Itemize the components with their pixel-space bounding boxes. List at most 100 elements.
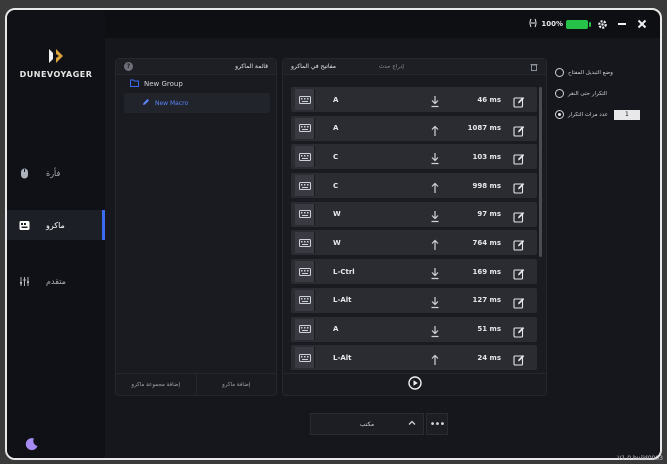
- insert-event-button[interactable]: إدراج حدث: [379, 64, 404, 70]
- radio-repeat-count[interactable]: [555, 110, 564, 119]
- add-macro-group-button[interactable]: إضافة مجموعة ماكرو: [116, 374, 196, 395]
- event-delay[interactable]: 97 ms: [477, 210, 501, 218]
- keyboard-key-icon: [295, 175, 315, 197]
- add-macro-button[interactable]: إضافة ماكرو: [195, 374, 277, 395]
- insert-event-label: إدراج حدث: [379, 63, 404, 70]
- event-key: W: [333, 210, 341, 219]
- edit-icon[interactable]: [513, 179, 525, 194]
- settings-gear-icon[interactable]: [596, 18, 608, 30]
- sliders-icon: [19, 276, 30, 287]
- macro-event-row[interactable]: A 46 ms: [291, 87, 537, 112]
- option-label-toggle: وضع التبديل المفتاح: [568, 69, 613, 76]
- macro-name: New Macro: [155, 99, 189, 107]
- brand-logo: DUNEVOYAGER: [13, 46, 99, 79]
- trash-icon[interactable]: [530, 63, 538, 71]
- key-down-arrow-icon: [429, 265, 441, 280]
- macro-event-row[interactable]: W 764 ms: [291, 230, 537, 256]
- help-icon[interactable]: ?: [124, 62, 133, 71]
- macro-event-row[interactable]: C 103 ms: [291, 144, 537, 170]
- option-label-repeat-click: التكرار حتى النقر: [568, 90, 607, 97]
- sidebar: DUNEVOYAGER فأرة ماكرو متقدم: [7, 10, 105, 458]
- macro-event-row[interactable]: A 51 ms: [291, 316, 537, 342]
- edit-icon[interactable]: [513, 265, 525, 280]
- edit-icon[interactable]: [513, 93, 525, 108]
- scrollbar[interactable]: [539, 87, 542, 257]
- edit-icon[interactable]: [513, 122, 525, 137]
- repeat-count-input[interactable]: 1: [613, 109, 640, 120]
- device-link-icon: [528, 18, 538, 30]
- macro-event-row[interactable]: W 97 ms: [291, 201, 537, 227]
- nav-item-mouse[interactable]: فأرة: [7, 158, 105, 188]
- keyboard-key-icon: [295, 318, 315, 340]
- event-delay[interactable]: 51 ms: [477, 325, 501, 333]
- event-delay[interactable]: 1087 ms: [468, 124, 501, 132]
- battery-percent: 100%: [541, 20, 563, 28]
- key-up-arrow-icon: [429, 122, 441, 136]
- macro-event-row[interactable]: L-Ctrl 169 ms: [291, 259, 537, 285]
- macro-options: وضع التبديل المفتاح التكرار حتى النقر عد…: [555, 62, 655, 125]
- play-record-icon[interactable]: [407, 375, 422, 394]
- macro-edit-icon: [142, 98, 150, 108]
- option-repeat-count[interactable]: عدد مرات التكرار 1: [555, 104, 655, 125]
- battery-indicator: 100%: [528, 18, 591, 30]
- macro-group-name: New Group: [144, 80, 183, 88]
- key-up-arrow-icon: [429, 179, 441, 194]
- keyboard-key-icon: [295, 117, 315, 139]
- radio-repeat-until-click[interactable]: [555, 89, 564, 98]
- event-delay[interactable]: 764 ms: [472, 239, 501, 247]
- folder-icon: [130, 79, 139, 89]
- keyboard-key-icon: [295, 89, 315, 110]
- keyboard-key-icon: [295, 232, 315, 254]
- event-key: L-Alt: [333, 353, 352, 362]
- option-toggle-key-mode[interactable]: وضع التبديل المفتاح: [555, 62, 655, 83]
- key-up-arrow-icon: [429, 351, 441, 366]
- macro-list-title: قائمة الماكرو: [235, 63, 268, 70]
- macro-event-row[interactable]: C 998 ms: [291, 173, 537, 199]
- more-options-button[interactable]: •••: [426, 413, 448, 435]
- key-down-arrow-icon: [429, 323, 441, 337]
- macro-event-row[interactable]: L-Alt 24 ms: [291, 345, 537, 371]
- edit-icon[interactable]: [513, 236, 525, 251]
- title-bar: 100%: [105, 10, 660, 38]
- theme-toggle-moon-icon[interactable]: [25, 436, 39, 451]
- event-delay[interactable]: 103 ms: [472, 153, 501, 161]
- nav-item-macro[interactable]: ماكرو: [7, 210, 105, 240]
- edit-icon[interactable]: [513, 150, 525, 165]
- event-delay[interactable]: 46 ms: [477, 96, 501, 104]
- event-delay[interactable]: 127 ms: [472, 296, 501, 304]
- macro-item[interactable]: New Macro: [124, 93, 270, 113]
- macro-event-row[interactable]: L-Alt 127 ms: [291, 287, 537, 313]
- macro-list-panel: ? قائمة الماكرو New Group New Macro إضاف…: [115, 58, 277, 396]
- version-label: V1.0 build0003: [617, 455, 663, 462]
- nav-label-macro: ماكرو: [46, 220, 65, 230]
- keyboard-key-icon: [295, 146, 315, 168]
- mouse-icon: [19, 168, 30, 179]
- option-label-repeat-count: عدد مرات التكرار: [568, 111, 608, 118]
- brand-mark-icon: [46, 46, 66, 66]
- edit-icon[interactable]: [513, 351, 525, 366]
- option-repeat-until-click[interactable]: التكرار حتى النقر: [555, 83, 655, 104]
- event-delay[interactable]: 24 ms: [477, 354, 501, 362]
- macro-group-item[interactable]: New Group: [116, 75, 276, 93]
- event-delay[interactable]: 169 ms: [472, 268, 501, 276]
- profile-select[interactable]: مكتب: [310, 413, 424, 435]
- radio-toggle-key-mode[interactable]: [555, 68, 564, 77]
- edit-icon[interactable]: [513, 208, 525, 223]
- nav-item-advanced[interactable]: متقدم: [7, 266, 105, 296]
- battery-icon: [566, 19, 591, 29]
- close-icon[interactable]: [636, 18, 648, 30]
- key-down-arrow-icon: [429, 208, 441, 222]
- macro-list-header: ? قائمة الماكرو: [116, 59, 276, 75]
- edit-icon[interactable]: [513, 294, 525, 309]
- event-delay[interactable]: 998 ms: [472, 182, 501, 190]
- nav-label-advanced: متقدم: [46, 276, 66, 286]
- nav-label-mouse: فأرة: [46, 168, 61, 178]
- more-dots-icon: •••: [429, 418, 446, 430]
- key-down-arrow-icon: [429, 93, 441, 108]
- minimize-icon[interactable]: [616, 18, 628, 30]
- macro-keys-panel: مفاتيح في الماكرو إدراج حدث A 46 ms A 1087 …: [282, 58, 547, 396]
- macro-event-row[interactable]: A 1087 ms: [291, 115, 537, 141]
- edit-icon[interactable]: [513, 323, 525, 338]
- key-down-arrow-icon: [429, 294, 441, 308]
- macro-keys-header: مفاتيح في الماكرو إدراج حدث: [283, 59, 546, 75]
